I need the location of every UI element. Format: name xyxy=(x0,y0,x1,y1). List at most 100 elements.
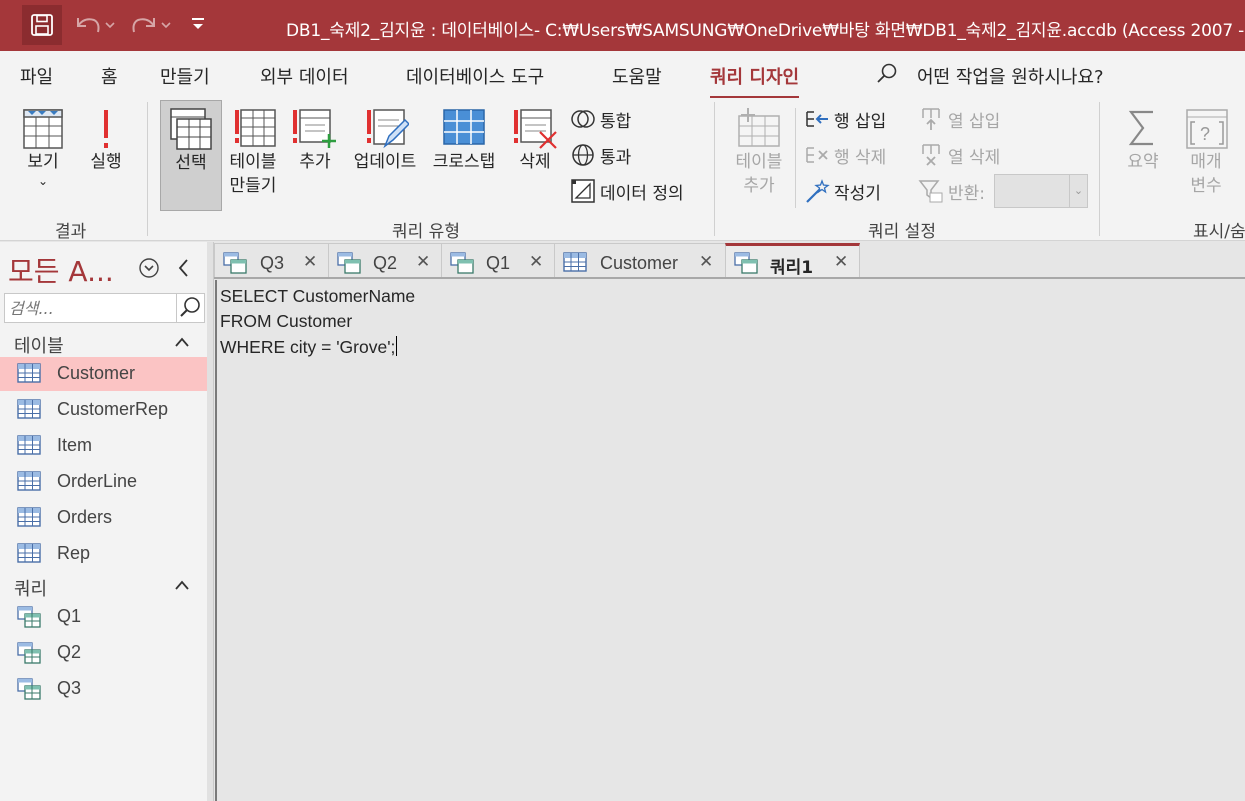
return-filter-icon xyxy=(918,180,943,203)
sql-editor[interactable]: SELECT CustomerName FROM Customer WHERE … xyxy=(215,280,1245,801)
view-button[interactable]: 보기 ⌄ xyxy=(18,106,68,188)
nav-query-q2[interactable]: Q2 xyxy=(0,636,207,670)
window-title: DB1_숙제2_김지윤 : 데이터베이스- C:₩Users₩SAMSUNG₩O… xyxy=(286,21,1245,41)
crosstab-button[interactable]: 크로스탭 xyxy=(426,106,502,174)
select-query-button[interactable]: 선택 xyxy=(160,100,222,211)
totals-button[interactable]: 요약 xyxy=(1118,106,1168,174)
delete-query-icon xyxy=(514,109,557,149)
update-button[interactable]: 업데이트 xyxy=(348,106,422,174)
nav-table-item[interactable]: Item xyxy=(0,429,207,463)
nav-table-customerrep[interactable]: CustomerRep xyxy=(0,393,207,427)
delete-rows-icon xyxy=(806,147,828,163)
insert-rows-button[interactable]: 행 삽입 xyxy=(804,106,886,132)
table-icon xyxy=(17,363,41,383)
nav-query-q1[interactable]: Q1 xyxy=(0,600,207,634)
add-table-button[interactable]: 테이블 추가 xyxy=(728,106,790,198)
tab-database-tools[interactable]: 데이터베이스 도구 xyxy=(406,63,544,89)
add-table-label-2: 추가 xyxy=(743,176,775,196)
nav-menu-dropdown-icon[interactable] xyxy=(138,257,160,279)
search-icon[interactable] xyxy=(876,62,898,84)
tab-file[interactable]: 파일 xyxy=(20,63,53,89)
view-label: 보기 xyxy=(27,152,59,172)
nav-pane-title[interactable]: 모든 A... xyxy=(8,250,114,290)
nav-item-label: Rep xyxy=(57,543,91,563)
tab-strip-border xyxy=(214,277,1245,279)
chevron-up-icon xyxy=(175,580,189,590)
union-button[interactable]: 통합 xyxy=(570,106,631,132)
doc-tab-label: Customer xyxy=(600,253,679,273)
doc-tab-customer[interactable]: Customer ✕ xyxy=(554,243,726,279)
crosstab-label: 크로스탭 xyxy=(432,152,496,172)
doc-tab-label: Q2 xyxy=(373,253,398,273)
update-label: 업데이트 xyxy=(353,152,417,172)
query-icon xyxy=(337,252,361,274)
nav-query-q3[interactable]: Q3 xyxy=(0,672,207,706)
nav-item-label: Q3 xyxy=(57,678,82,698)
customize-quick-access-button[interactable] xyxy=(190,14,206,39)
select-query-icon xyxy=(170,108,212,150)
table-icon xyxy=(563,252,587,272)
run-button[interactable]: 실행 xyxy=(84,106,128,174)
pass-through-label: 통과 xyxy=(600,147,632,168)
table-icon xyxy=(17,543,41,563)
globe-icon xyxy=(572,144,594,166)
close-icon[interactable]: ✕ xyxy=(416,252,430,272)
nav-table-orders[interactable]: Orders xyxy=(0,501,207,535)
nav-item-label: Orders xyxy=(57,507,113,527)
return-values-combo[interactable]: ⌄ xyxy=(994,174,1088,208)
close-icon[interactable]: ✕ xyxy=(699,252,713,272)
close-icon[interactable]: ✕ xyxy=(529,252,543,272)
make-table-button[interactable]: 테이블 만들기 xyxy=(224,106,282,198)
table-icon xyxy=(17,507,41,527)
save-button[interactable] xyxy=(22,5,62,45)
parameters-icon: ? xyxy=(1186,109,1228,149)
tell-me-input[interactable]: 어떤 작업을 원하시나요? xyxy=(917,63,1104,89)
delete-columns-button[interactable]: 열 삭제 xyxy=(918,142,1000,168)
close-icon[interactable]: ✕ xyxy=(303,252,317,272)
undo-button[interactable] xyxy=(72,12,116,43)
chevron-down-icon[interactable]: ⌄ xyxy=(1069,175,1087,207)
table-icon xyxy=(17,399,41,419)
nav-pane-splitter[interactable] xyxy=(207,242,214,801)
redo-icon xyxy=(132,18,171,33)
nav-table-orderline[interactable]: OrderLine xyxy=(0,465,207,499)
nav-table-rep[interactable]: Rep xyxy=(0,537,207,571)
insert-columns-button[interactable]: 열 삽입 xyxy=(918,106,1000,132)
ribbon: 보기 ⌄ 실행 결과 선택 테이블 만들기 추가 업데이트 크로스탭 삭제 통합… xyxy=(0,98,1245,242)
nav-section-tables[interactable]: 테이블 xyxy=(0,328,207,358)
tab-external-data[interactable]: 외부 데이터 xyxy=(260,63,349,89)
redo-button[interactable] xyxy=(130,12,174,43)
doc-tab-query1[interactable]: 쿼리1 ✕ xyxy=(725,243,860,279)
group-divider xyxy=(795,108,796,208)
insert-rows-label: 행 삽입 xyxy=(834,111,887,132)
nav-item-label: Q2 xyxy=(57,642,82,662)
parameters-button[interactable]: ? 매개 변수 xyxy=(1180,106,1232,198)
delete-query-button[interactable]: 삭제 xyxy=(508,106,562,174)
save-icon xyxy=(31,14,53,36)
make-table-icon xyxy=(235,109,276,147)
pass-through-button[interactable]: 통과 xyxy=(570,142,631,168)
doc-tab-label: Q3 xyxy=(260,253,285,273)
data-definition-button[interactable]: 데이터 정의 xyxy=(570,178,684,204)
nav-search-button[interactable] xyxy=(176,294,204,322)
tab-create[interactable]: 만들기 xyxy=(160,63,210,89)
tab-help[interactable]: 도움말 xyxy=(612,63,662,89)
doc-tab-q2[interactable]: Q2 ✕ xyxy=(328,243,442,279)
tab-home[interactable]: 홈 xyxy=(101,63,118,89)
title-bar: DB1_숙제2_김지윤 : 데이터베이스- C:₩Users₩SAMSUNG₩O… xyxy=(0,0,1245,51)
doc-tab-q3[interactable]: Q3 ✕ xyxy=(214,243,329,279)
append-button[interactable]: 추가 xyxy=(290,106,340,174)
builder-button[interactable]: 작성기 xyxy=(804,178,881,204)
nav-table-customer[interactable]: Customer xyxy=(0,357,207,391)
collapse-pane-icon[interactable] xyxy=(176,256,192,280)
customize-dropdown-icon xyxy=(192,18,204,29)
query-icon xyxy=(734,252,758,274)
delete-rows-label: 행 삭제 xyxy=(834,147,887,168)
nav-search-input[interactable] xyxy=(5,294,177,322)
nav-section-queries[interactable]: 쿼리 xyxy=(0,571,207,601)
delete-rows-button[interactable]: 행 삭제 xyxy=(804,142,886,168)
doc-tab-q1[interactable]: Q1 ✕ xyxy=(441,243,555,279)
close-icon[interactable]: ✕ xyxy=(834,252,848,272)
datasheet-view-icon xyxy=(23,109,63,149)
tab-query-design[interactable]: 쿼리 디자인 xyxy=(710,63,800,99)
